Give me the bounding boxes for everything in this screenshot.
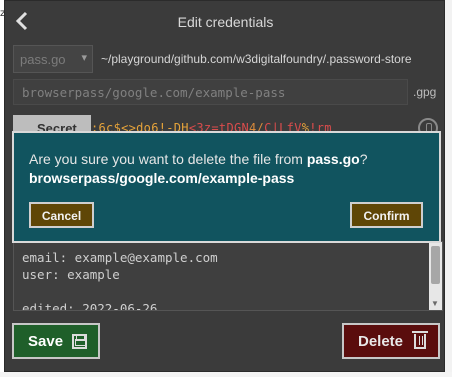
cancel-button[interactable]: Cancel <box>29 202 94 228</box>
background-page-edge <box>445 0 452 377</box>
store-row: pass.go ▾ ~/playground/github.com/w3digi… <box>13 45 442 73</box>
scroll-down-icon[interactable]: ▼ <box>431 299 439 308</box>
scroll-thumb[interactable] <box>431 246 440 284</box>
dialog-prefix: Are you sure you want to delete the file… <box>29 151 307 167</box>
dialog-file-name: browserpass/google.com/example-pass <box>29 170 295 186</box>
delete-label: Delete <box>358 333 404 350</box>
delete-button[interactable]: Delete <box>342 323 440 359</box>
dialog-store-name: pass.go <box>306 151 360 167</box>
chevron-down-icon: ▾ <box>81 52 87 64</box>
dialog-suffix: ? <box>359 151 368 167</box>
page-title: Edit credentials <box>177 14 274 30</box>
confirm-button[interactable]: Confirm <box>350 202 423 228</box>
details-text: email: example@example.com user: example… <box>22 250 218 311</box>
details-textarea[interactable]: email: example@example.com user: example… <box>13 241 443 311</box>
delete-confirm-dialog: Are you sure you want to delete the file… <box>12 131 441 243</box>
file-path-input[interactable]: browserpass/google.com/example-pass <box>13 79 408 105</box>
file-extension: .gpg <box>413 85 437 99</box>
store-select-value: pass.go <box>20 52 66 67</box>
file-row: browserpass/google.com/example-pass .gpg <box>13 79 442 105</box>
store-path: ~/playground/github.com/w3digitalfoundry… <box>101 52 412 66</box>
save-label: Save <box>28 333 64 350</box>
save-button[interactable]: Save <box>12 323 100 359</box>
scrollbar[interactable]: ▼ <box>429 242 442 310</box>
header: Edit credentials <box>5 1 446 41</box>
dialog-message: Are you sure you want to delete the file… <box>29 150 429 188</box>
trash-icon <box>412 331 428 349</box>
background-page-bottom <box>0 372 452 377</box>
store-select[interactable]: pass.go ▾ <box>13 45 93 73</box>
floppy-disk-icon <box>72 334 87 349</box>
